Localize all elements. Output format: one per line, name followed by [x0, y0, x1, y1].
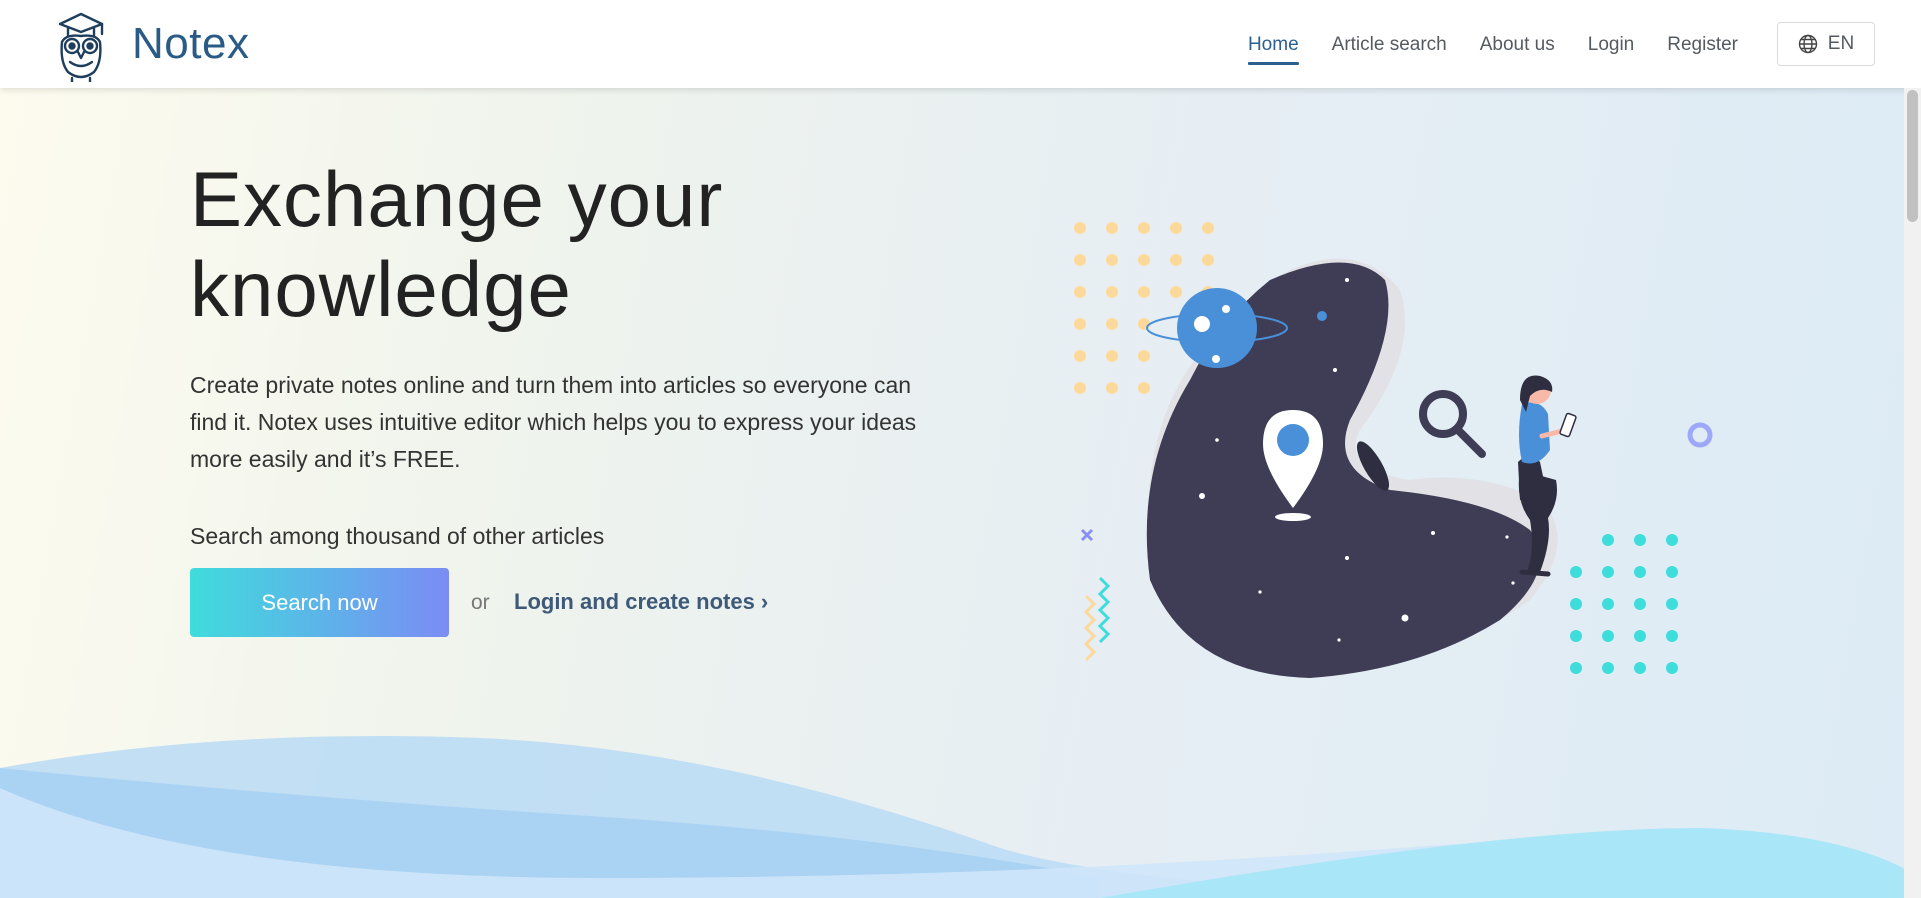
brand-name: Notex	[132, 19, 250, 68]
brand-logo[interactable]: Notex	[54, 6, 249, 82]
top-navbar: Notex Home Article search About us Login…	[0, 0, 1921, 88]
search-now-button[interactable]: Search now	[190, 568, 449, 637]
language-label: EN	[1827, 33, 1855, 54]
hero-section: Exchange your knowledge Create private n…	[0, 88, 1921, 898]
page-scrollbar[interactable]	[1904, 88, 1921, 898]
hero-title-line1: Exchange your	[190, 155, 724, 243]
hero-title: Exchange your knowledge	[190, 154, 990, 334]
main-nav: Home Article search About us Login Regis…	[1215, 22, 1875, 66]
nav-register[interactable]: Register	[1667, 24, 1738, 65]
nav-article-search[interactable]: Article search	[1332, 24, 1447, 65]
magnifier-icon	[1419, 390, 1486, 458]
scrollbar-thumb[interactable]	[1907, 90, 1918, 222]
hero-title-line2: knowledge	[190, 245, 572, 333]
globe-icon	[1798, 34, 1817, 54]
language-selector[interactable]: EN	[1777, 22, 1875, 66]
login-create-notes-link[interactable]: Login and create notes ›	[514, 589, 768, 615]
hero-illustration	[1074, 222, 1713, 678]
nav-home[interactable]: Home	[1247, 24, 1299, 65]
hero-description: Create private notes online and turn the…	[190, 372, 917, 472]
nav-about-us[interactable]: About us	[1480, 24, 1555, 65]
or-separator: or	[471, 591, 490, 614]
owl-logo-icon	[58, 12, 104, 82]
nav-login[interactable]: Login	[1588, 24, 1635, 65]
search-hint: Search among thousand of other articles	[190, 523, 605, 549]
